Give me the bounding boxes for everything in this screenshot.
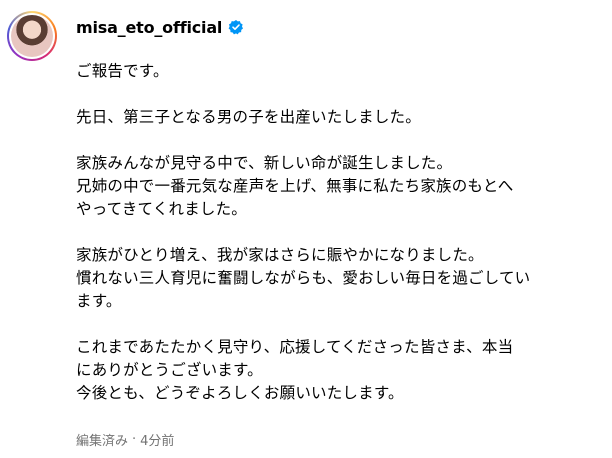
avatar[interactable] xyxy=(11,15,53,57)
timestamp[interactable]: 4分前 xyxy=(140,430,174,449)
caption-line: にありがとうございます。 xyxy=(76,361,263,379)
avatar-frame xyxy=(9,13,55,59)
edited-label: 編集済み xyxy=(76,434,129,449)
caption-line: 家族みんなが見守る中で、新しい命が誕生しました。 xyxy=(76,154,453,172)
instagram-post-caption: misa_eto_official ご報告です。 先日、第三子となる男の子を出産… xyxy=(0,0,612,458)
caption-line: やってきてくれました。 xyxy=(76,200,247,218)
post-meta: 編集済み · 4分前 xyxy=(76,430,174,449)
caption-line: 今後とも、どうぞよろしくお願いいたします。 xyxy=(76,384,404,402)
avatar-story-ring[interactable] xyxy=(7,11,57,61)
meta-separator: · xyxy=(132,432,137,447)
caption-paragraph: 先日、第三子となる男の子を出産いたしました。 xyxy=(76,108,421,126)
caption-line: ます。 xyxy=(76,292,122,310)
post-header: misa_eto_official xyxy=(76,14,244,40)
username-link[interactable]: misa_eto_official xyxy=(76,18,222,37)
caption-line: 慣れない三人育児に奮闘しながらも、愛おしい毎日を過ごしてい xyxy=(76,269,531,287)
post-caption: ご報告です。 先日、第三子となる男の子を出産いたしました。 家族みんなが見守る中… xyxy=(76,60,596,405)
verified-badge-icon xyxy=(228,20,244,35)
caption-line: 家族がひとり増え、我が家はさらに賑やかになりました。 xyxy=(76,246,484,264)
caption-line: 兄姉の中で一番元気な産声を上げ、無事に私たち家族のもとへ xyxy=(76,177,514,195)
caption-line: これまであたたかく見守り、応援してくださった皆さま、本当 xyxy=(76,338,514,356)
caption-paragraph: ご報告です。 xyxy=(76,62,169,80)
